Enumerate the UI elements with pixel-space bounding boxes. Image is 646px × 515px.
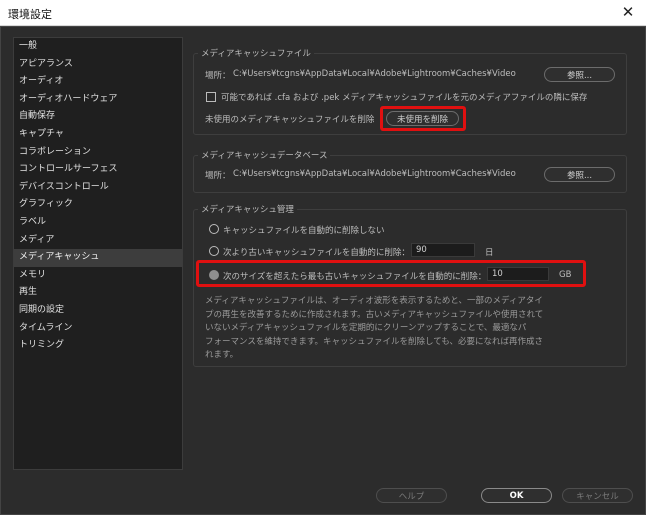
sidebar-item[interactable]: アピアランス [14, 56, 182, 74]
ok-button[interactable]: OK [481, 488, 552, 503]
media-cache-description: メディアキャッシュファイルは、オーディオ波形を表示するためと、一部のメディアタイ… [205, 295, 547, 363]
description-line: いないメディアキャッシュファイルを定期的にクリーンアップすることで、最適なパ [205, 323, 527, 333]
save-next-to-media-label: 可能であれば .cfa および .pek メディアキャッシュファイルを元のメディ… [221, 93, 588, 103]
db-location-label: 場所： [205, 171, 231, 181]
cache-browse-button[interactable]: 参照... [544, 67, 615, 82]
cache-location-path: C:¥Users¥tcgns¥AppData¥Local¥Adobe¥Light… [233, 69, 516, 79]
description-line: れます。 [205, 350, 239, 360]
sidebar-item[interactable]: トリミング [14, 337, 182, 355]
sidebar-item[interactable]: コントロールサーフェス [14, 161, 182, 179]
no-delete-label: キャッシュファイルを自動的に削除しない [223, 226, 385, 236]
sidebar-item[interactable]: グラフィック [14, 196, 182, 214]
delete-unused-highlight [380, 106, 466, 131]
save-next-to-media-checkbox[interactable] [206, 92, 216, 102]
window-title: 環境設定 [8, 8, 52, 21]
db-location-path: C:¥Users¥tcgns¥AppData¥Local¥Adobe¥Light… [233, 169, 516, 179]
description-line: プの再生を改善するために作成されます。古いメディアキャッシュファイルや使用されて [205, 309, 544, 320]
delete-unused-label: 未使用のメディアキャッシュファイルを削除 [205, 115, 375, 125]
sidebar-item[interactable]: 再生 [14, 284, 182, 302]
sidebar-item[interactable]: オーディオ [14, 73, 182, 91]
db-browse-button[interactable]: 参照... [544, 167, 615, 182]
sidebar-item[interactable]: メディアキャッシュ [14, 249, 182, 267]
sidebar-item[interactable]: キャプチャ [14, 126, 182, 144]
older-than-label: 次より古いキャッシュファイルを自動的に削除： [223, 248, 410, 258]
sidebar-item[interactable]: メディア [14, 232, 182, 250]
sidebar-item[interactable]: オーディオハードウェア [14, 91, 182, 109]
sidebar-item[interactable]: タイムライン [14, 320, 182, 338]
older-than-radio[interactable] [209, 246, 219, 256]
category-list[interactable]: 一般 アピアランス オーディオ オーディオハードウェア 自動保存 キャプチャ コラボレーショ… [13, 37, 183, 470]
sidebar-item[interactable]: 同期の設定 [14, 302, 182, 320]
title-bar: 環境設定 ✕ [0, 0, 646, 26]
preferences-dialog: 一般 アピアランス オーディオ オーディオハードウェア 自動保存 キャプチャ コラボレーショ… [0, 26, 646, 515]
sidebar-item[interactable]: メモリ [14, 267, 182, 285]
cancel-button[interactable]: キャンセル [562, 488, 633, 503]
help-button[interactable]: ヘルプ [376, 488, 447, 503]
older-than-unit: 日 [485, 248, 494, 258]
sidebar-item[interactable]: ラベル [14, 214, 182, 232]
older-than-days-input[interactable]: 90 [411, 243, 475, 257]
no-delete-radio[interactable] [209, 224, 219, 234]
media-cache-db-title: メディアキャッシュデータベース [198, 149, 331, 161]
cache-location-label: 場所： [205, 71, 231, 81]
exceeds-size-highlight [196, 260, 586, 287]
sidebar-item[interactable]: 自動保存 [14, 108, 182, 126]
sidebar-item[interactable]: 一般 [14, 38, 182, 56]
description-line: フォーマンスを維持できます。キャッシュファイルを削除しても、必要になれば再作成さ [205, 336, 544, 347]
media-cache-files-title: メディアキャッシュファイル [198, 47, 314, 59]
close-icon[interactable]: ✕ [618, 2, 638, 22]
sidebar-item[interactable]: コラボレーション [14, 144, 182, 162]
media-cache-management-title: メディアキャッシュ管理 [198, 203, 297, 215]
sidebar-item[interactable]: デバイスコントロール [14, 179, 182, 197]
description-line: メディアキャッシュファイルは、オーディオ波形を表示するためと、一部のメディアタイ [205, 296, 543, 306]
